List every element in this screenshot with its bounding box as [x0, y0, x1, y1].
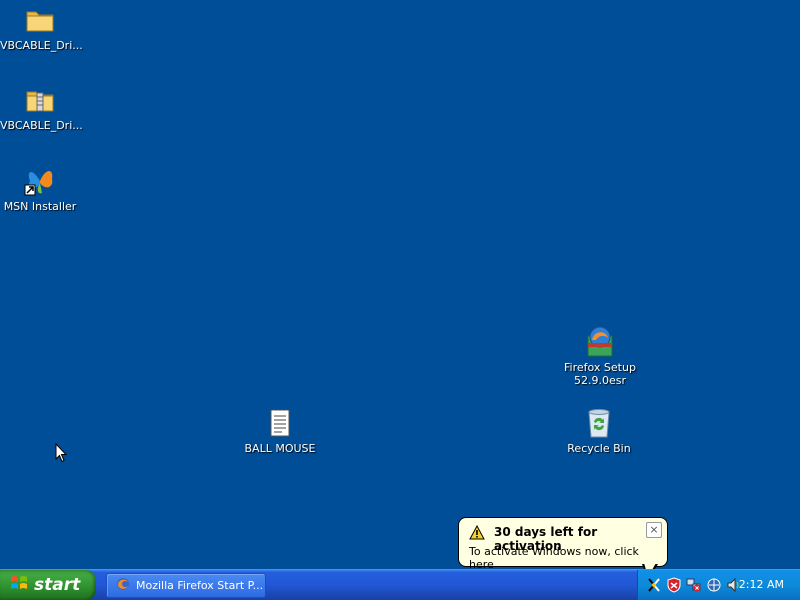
- balloon-body[interactable]: To activate Windows now, click here: [469, 545, 667, 571]
- desktop-icon-label: VBCABLE_Dri...: [0, 119, 83, 132]
- desktop-icon-label: Recycle Bin: [567, 442, 631, 455]
- taskbar-button-firefox[interactable]: Mozilla Firefox Start P...: [106, 573, 266, 598]
- desktop-icon-label: MSN Installer: [3, 200, 77, 213]
- close-icon[interactable]: ×: [646, 522, 662, 538]
- activation-balloon[interactable]: 30 days left for activation To activate …: [458, 517, 668, 580]
- taskbar-button-label: Mozilla Firefox Start P...: [136, 579, 264, 592]
- msn-butterfly-icon: [24, 165, 56, 197]
- desktop-icon-label: Firefox Setup 52.9.0esr: [564, 361, 636, 387]
- desktop-icon-recycle-bin[interactable]: Recycle Bin: [559, 407, 639, 455]
- mouse-pointer-icon: [55, 442, 68, 467]
- desktop-icon-label: VBCABLE_Dri...: [0, 39, 83, 52]
- desktop-icon-msn-installer[interactable]: MSN Installer: [0, 165, 80, 213]
- network-icon[interactable]: [706, 577, 722, 593]
- windows-logo-icon: [10, 574, 28, 597]
- system-tray: 2:12 AM: [637, 570, 800, 600]
- recycle-bin-icon: [583, 407, 615, 439]
- clock[interactable]: 2:12 AM: [739, 578, 784, 591]
- warning-icon: [469, 524, 485, 543]
- desktop-icon-firefox-setup[interactable]: Firefox Setup 52.9.0esr: [560, 326, 640, 387]
- network-error-icon[interactable]: [686, 577, 702, 593]
- text-document-icon: [264, 407, 296, 439]
- firefox-icon: [116, 577, 130, 594]
- zip-folder-icon: [24, 84, 56, 116]
- desktop-icon-label: BALL MOUSE: [244, 442, 316, 455]
- security-shield-icon[interactable]: [666, 577, 682, 593]
- desktop-icon-vbcable-folder[interactable]: VBCABLE_Dri...: [0, 4, 83, 52]
- firefox-setup-icon: [584, 326, 616, 358]
- activation-keys-icon[interactable]: [646, 577, 662, 593]
- desktop-icon-ball-mouse[interactable]: BALL MOUSE: [240, 407, 320, 455]
- taskbar: start Mozilla Firefox Start P... 2:12 AM: [0, 569, 800, 600]
- desktop-icon-vbcable-zip[interactable]: VBCABLE_Dri...: [0, 84, 83, 132]
- start-label: start: [34, 575, 81, 595]
- start-button[interactable]: start: [0, 570, 96, 600]
- folder-icon: [24, 4, 56, 36]
